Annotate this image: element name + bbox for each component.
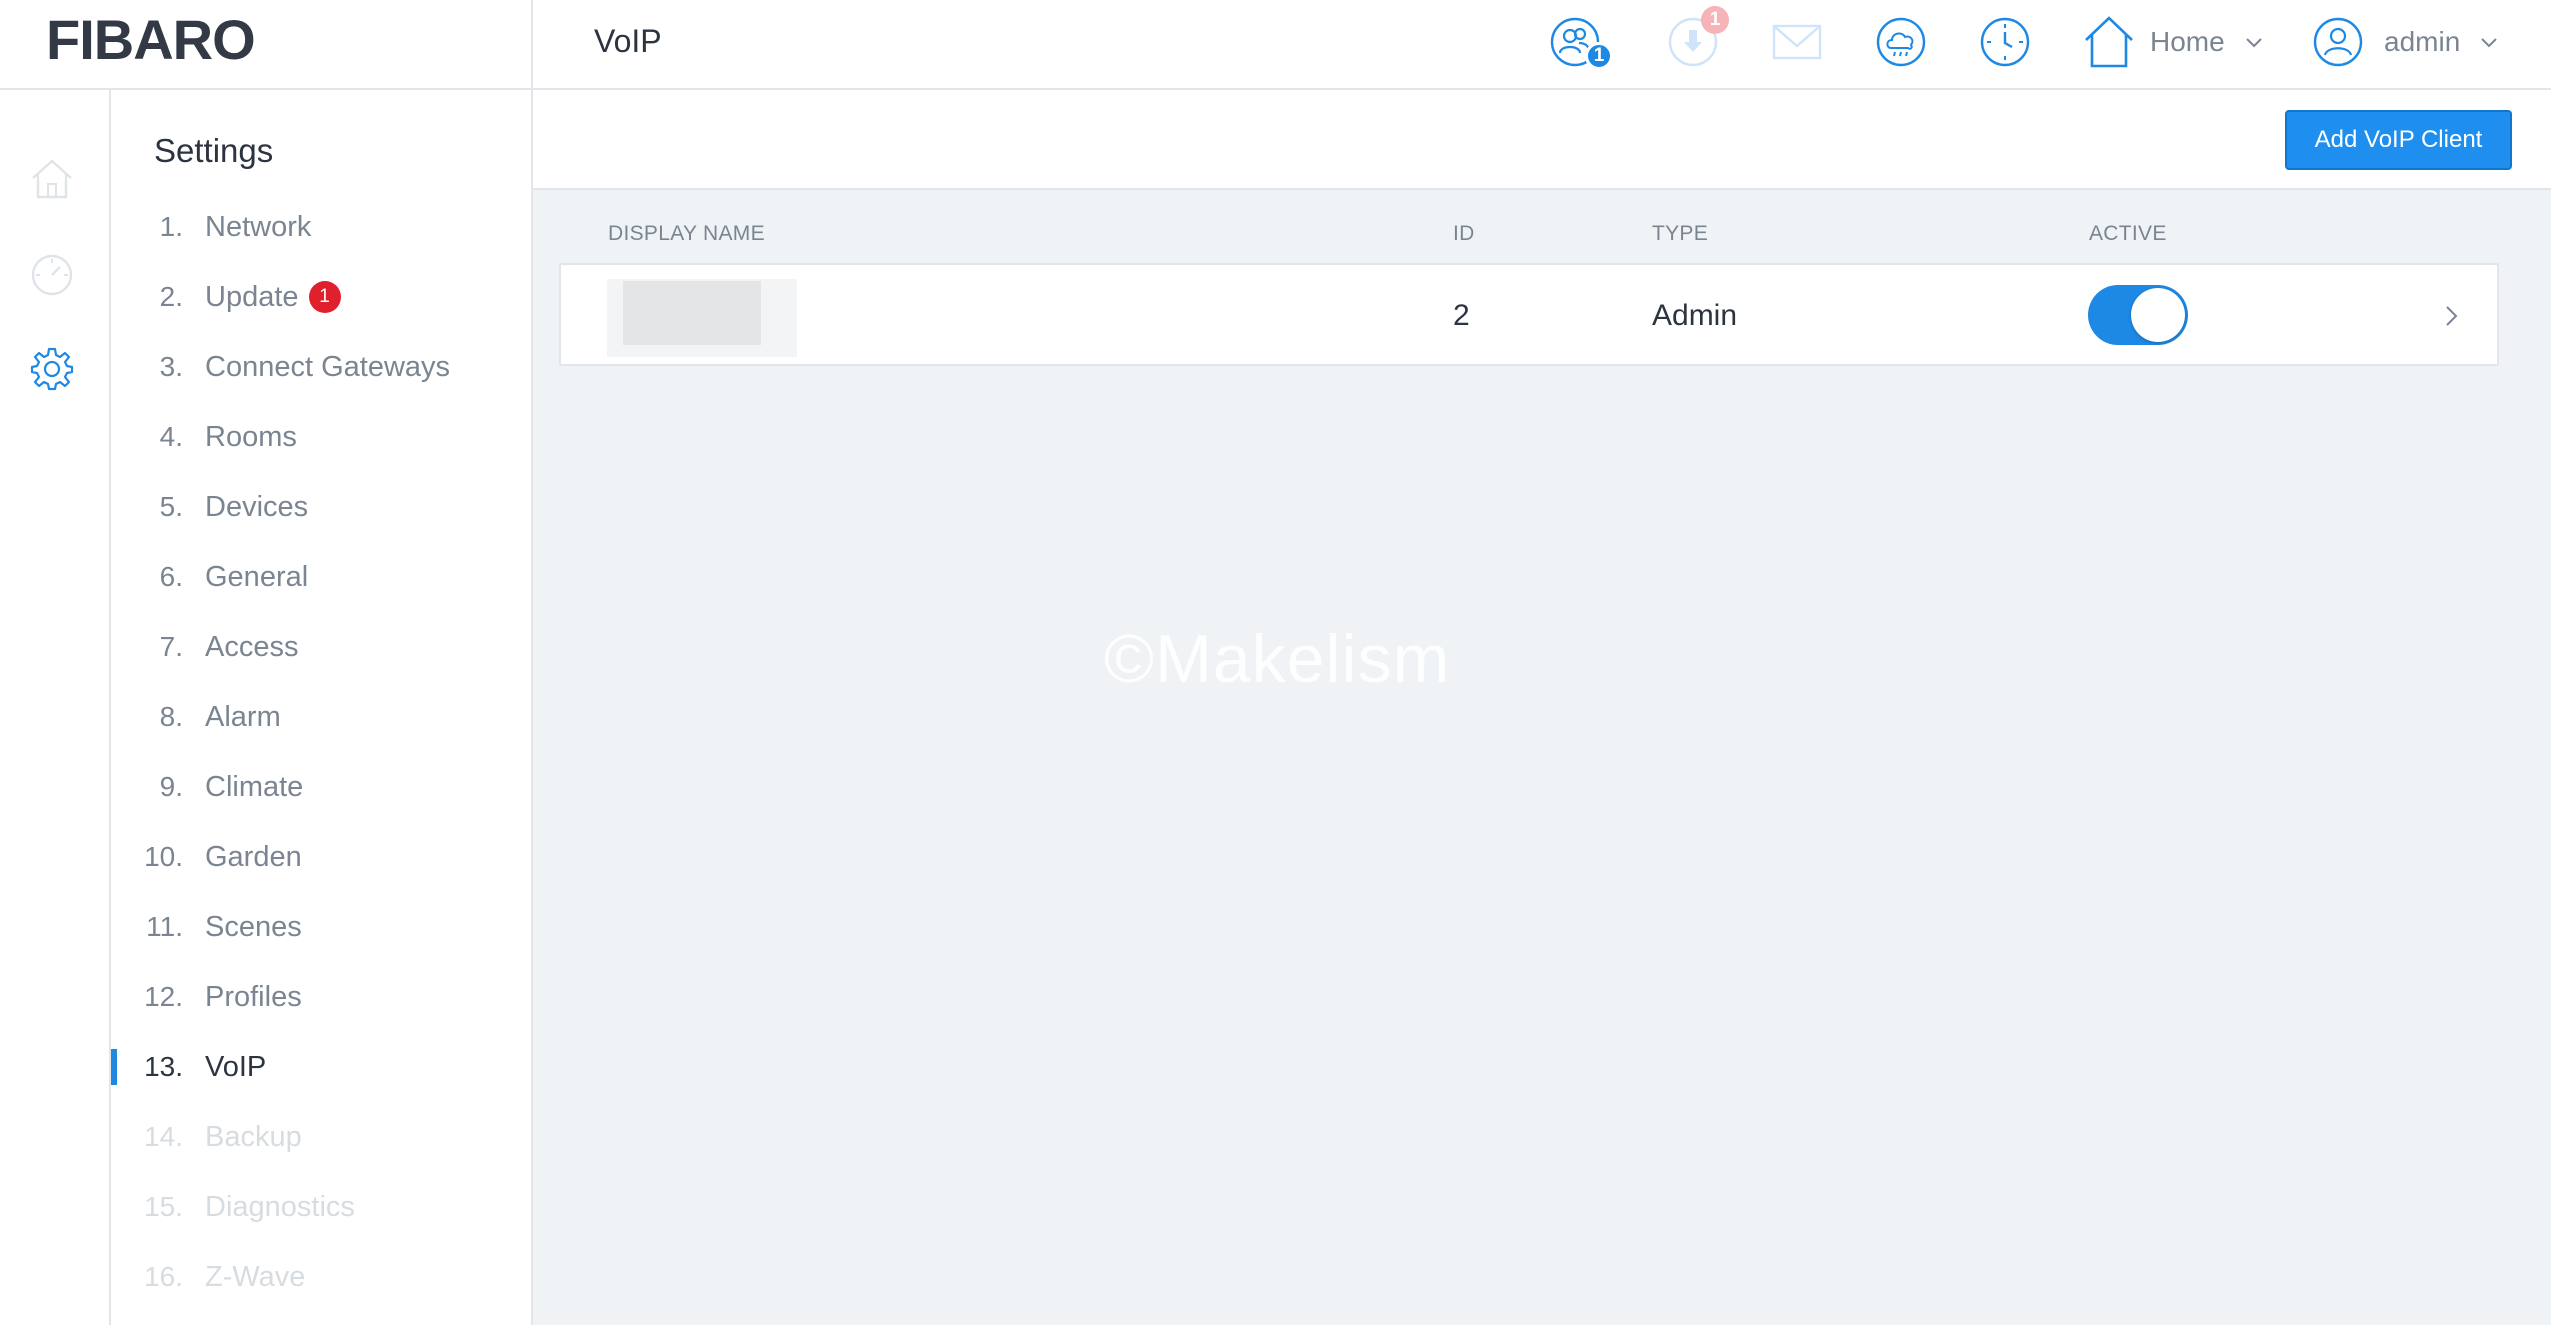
settings-item-backup: 14. Backup	[111, 1109, 531, 1165]
settings-item-access[interactable]: 7. Access	[111, 619, 531, 675]
home-selector[interactable]: Home	[2082, 14, 2265, 70]
users-button[interactable]: 1	[1547, 14, 1613, 70]
menu-number: 15.	[144, 1191, 183, 1222]
top-header: FIBARO VoIP 1 1 Home admin	[0, 0, 2551, 90]
chevron-down-icon	[2481, 38, 2497, 48]
messages-button[interactable]	[1769, 14, 1825, 70]
chevron-down-icon	[2245, 38, 2262, 48]
settings-item-network[interactable]: 1. Network	[111, 199, 531, 255]
watermark: ©Makelism	[1104, 621, 1451, 697]
table-header: DISPLAY NAME ID TYPE ACTIVE	[533, 222, 2551, 262]
toggle-knob	[2131, 288, 2185, 342]
menu-label: Update	[205, 280, 299, 313]
menu-number: 7.	[159, 631, 183, 662]
menu-label: Access	[205, 630, 299, 663]
rail-dashboard-button[interactable]	[29, 252, 75, 298]
rail-home-button[interactable]	[29, 156, 75, 202]
page-title: VoIP	[594, 23, 662, 59]
menu-number: 14.	[144, 1121, 183, 1152]
settings-item-profiles[interactable]: 12. Profiles	[111, 969, 531, 1025]
menu-number: 11.	[146, 911, 183, 942]
settings-item-z-wave: 16. Z-Wave	[111, 1249, 531, 1305]
menu-number: 12.	[144, 981, 183, 1012]
menu-label: Garden	[205, 840, 302, 873]
menu-number: 16.	[144, 1261, 183, 1292]
menu-label: Climate	[205, 770, 304, 803]
settings-item-connect-gateways[interactable]: 3. Connect Gateways	[111, 339, 531, 395]
house-icon	[2085, 16, 2133, 68]
redacted-block	[623, 281, 761, 345]
gear-icon	[30, 347, 74, 391]
menu-number: 1.	[159, 211, 183, 242]
add-voip-client-button[interactable]: Add VoIP Client	[2285, 110, 2512, 170]
menu-label: Rooms	[205, 420, 297, 453]
main-content: Add VoIP Client DISPLAY NAME ID TYPE ACT…	[533, 90, 2551, 1325]
settings-item-rooms[interactable]: 4. Rooms	[111, 409, 531, 465]
settings-item-garden[interactable]: 10. Garden	[111, 829, 531, 885]
weather-cloud-icon	[1876, 17, 1926, 67]
menu-label: Backup	[205, 1120, 302, 1153]
settings-item-general[interactable]: 6. General	[111, 549, 531, 605]
menu-number: 9.	[159, 771, 183, 802]
settings-item-update[interactable]: 2. Update 1	[111, 269, 531, 325]
row-type: Admin	[1652, 299, 1738, 332]
menu-number: 5.	[159, 491, 183, 522]
rail-settings-button[interactable]	[29, 346, 75, 392]
user-avatar-icon	[2313, 17, 2363, 67]
menu-label: Devices	[205, 490, 309, 523]
home-icon	[32, 159, 72, 199]
settings-item-scenes[interactable]: 11. Scenes	[111, 899, 531, 955]
download-badge: 1	[1701, 6, 1729, 34]
users-badge: 1	[1585, 42, 1613, 70]
mail-icon	[1772, 24, 1822, 60]
menu-label: Network	[205, 210, 312, 243]
menu-label: Connect Gateways	[205, 350, 451, 383]
menu-number: 10.	[144, 841, 183, 872]
column-active[interactable]: ACTIVE	[2089, 222, 2167, 246]
active-indicator	[111, 1049, 117, 1085]
menu-label: Alarm	[205, 700, 281, 733]
clock-icon	[1980, 17, 2030, 67]
row-id: 2	[1453, 299, 1470, 332]
menu-label: General	[205, 560, 309, 593]
settings-item-devices[interactable]: 5. Devices	[111, 479, 531, 535]
header-divider	[531, 0, 533, 90]
user-menu[interactable]: admin	[2312, 14, 2500, 70]
app: FIBARO VoIP 1 1 Home admin Settings 1. N…	[0, 0, 2551, 1325]
chevron-right-icon[interactable]	[2438, 303, 2464, 329]
menu-number: 2.	[159, 281, 183, 312]
active-toggle[interactable]	[2088, 285, 2188, 345]
user-label: admin	[2384, 26, 2461, 57]
column-type[interactable]: TYPE	[1652, 222, 1708, 246]
settings-item-voip[interactable]: 13. VoIP	[111, 1039, 531, 1095]
clock-button[interactable]	[1977, 14, 2033, 70]
column-id[interactable]: ID	[1453, 222, 1475, 246]
display-name-redacted	[607, 279, 797, 357]
settings-sidebar: Settings 1. Network 2. Update 1 3. Conne…	[111, 90, 533, 1325]
home-label: Home	[2150, 26, 2225, 57]
settings-item-diagnostics: 15. Diagnostics	[111, 1179, 531, 1235]
icon-rail	[0, 90, 111, 1325]
column-display-name[interactable]: DISPLAY NAME	[608, 222, 765, 246]
menu-label: Scenes	[205, 910, 302, 943]
menu-label: Profiles	[205, 980, 302, 1013]
settings-item-alarm[interactable]: 8. Alarm	[111, 689, 531, 745]
menu-number: 3.	[159, 351, 183, 382]
update-badge: 1	[308, 281, 341, 313]
weather-button[interactable]	[1873, 14, 1929, 70]
menu-label: Z-Wave	[205, 1260, 306, 1293]
menu-number: 4.	[159, 421, 183, 452]
menu-number: 8.	[159, 701, 183, 732]
menu-number: 6.	[159, 561, 183, 592]
download-button[interactable]: 1	[1665, 6, 1729, 70]
content-toolbar: Add VoIP Client	[533, 90, 2551, 190]
settings-title: Settings	[154, 132, 274, 169]
menu-label: Diagnostics	[205, 1190, 355, 1223]
table-row[interactable]: 2 Admin	[559, 263, 2499, 366]
fibaro-logo[interactable]: FIBARO	[46, 10, 256, 70]
gauge-icon	[31, 254, 73, 296]
menu-number: 13.	[144, 1051, 183, 1082]
menu-label: VoIP	[205, 1050, 267, 1083]
settings-item-climate[interactable]: 9. Climate	[111, 759, 531, 815]
